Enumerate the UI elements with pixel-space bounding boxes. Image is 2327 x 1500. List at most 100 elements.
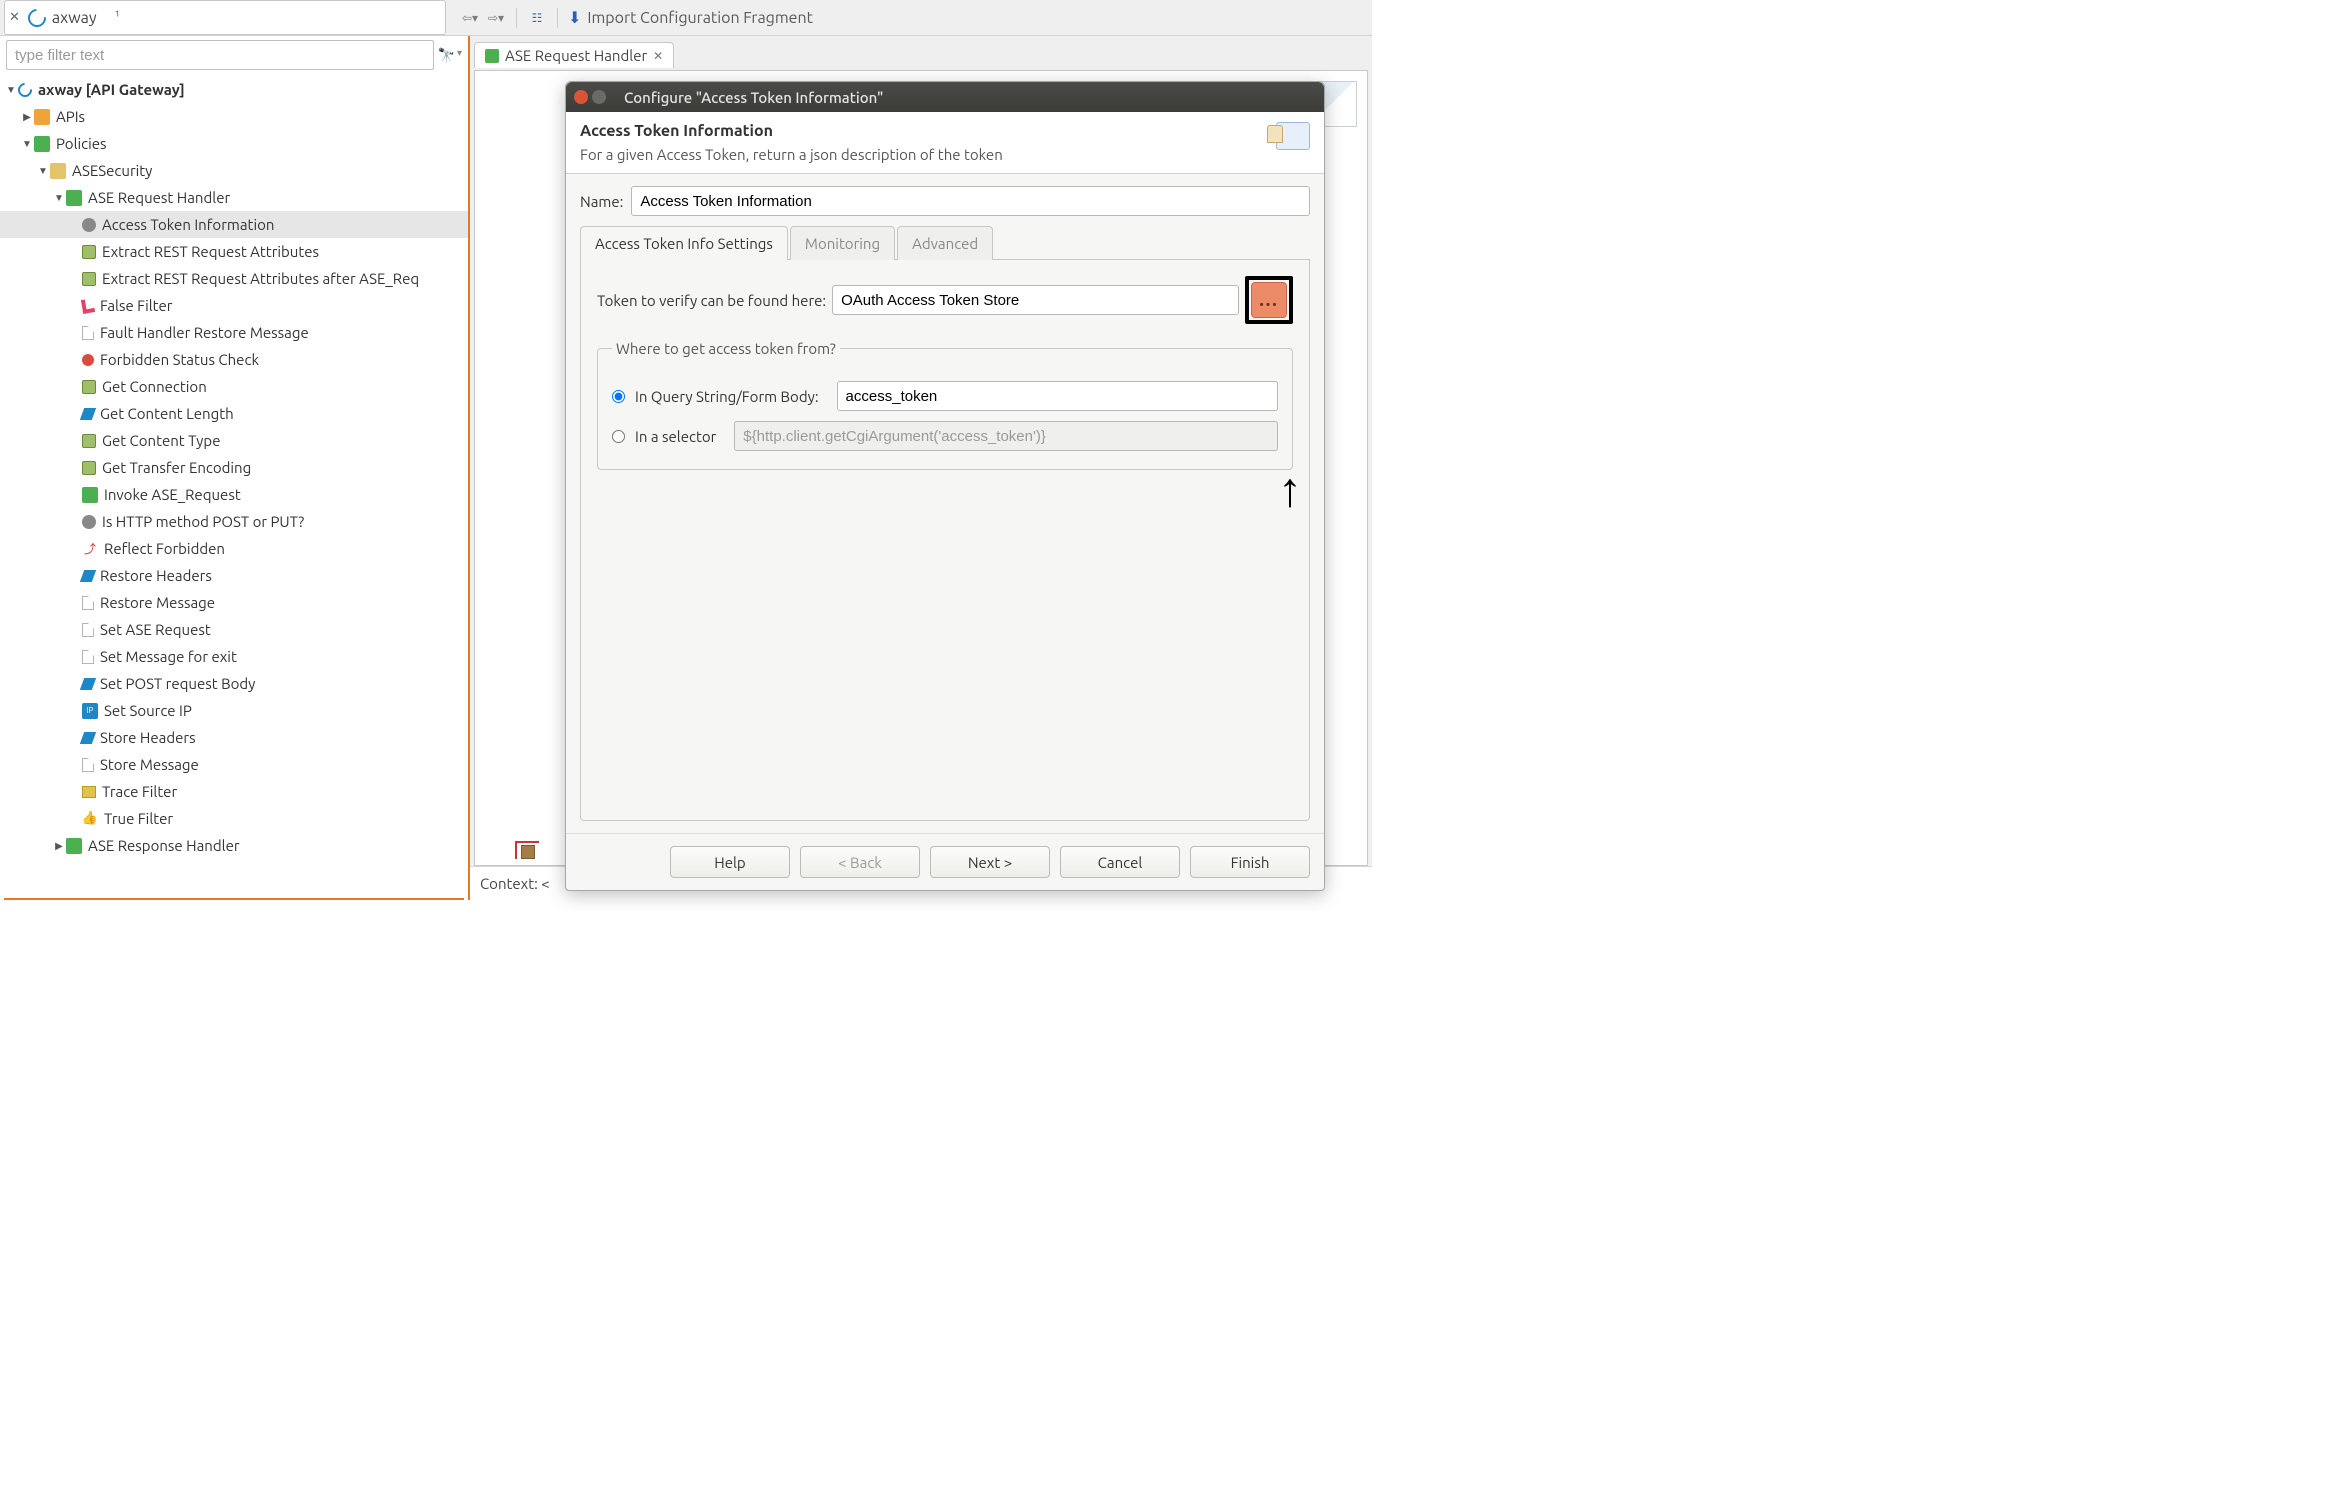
doc-icon — [82, 623, 94, 637]
tree-item[interactable]: • Restore Message — [0, 589, 468, 616]
doc-icon — [82, 596, 94, 610]
highlight-bar — [4, 898, 464, 900]
tree-item[interactable]: • Is HTTP method POST or PUT? — [0, 508, 468, 535]
dialog-titlebar[interactable]: Configure "Access Token Information" — [566, 82, 1324, 112]
tree-ase-request-handler[interactable]: ▼ ASE Request Handler — [0, 184, 468, 211]
tree-apis[interactable]: ▶ APIs — [0, 103, 468, 130]
radio-querystring[interactable] — [612, 390, 625, 403]
selector-input — [734, 421, 1278, 451]
tree-item[interactable]: •⤴ Reflect Forbidden — [0, 535, 468, 562]
filter-dropdown-icon[interactable]: ▾ — [457, 47, 462, 64]
tree-item[interactable]: • Extract REST Request Attributes after … — [0, 265, 468, 292]
tree-ase-response-handler[interactable]: ▶ ASE Response Handler — [0, 832, 468, 859]
product-title: axway — [50, 9, 97, 27]
verify-input[interactable] — [832, 285, 1239, 315]
check-icon: 👍 — [82, 811, 98, 827]
name-label: Name: — [580, 193, 623, 210]
policies-icon — [34, 136, 50, 152]
tab-monitoring[interactable]: Monitoring — [790, 226, 895, 260]
axway-icon — [15, 80, 35, 100]
tree-item[interactable]: • Set POST request Body — [0, 670, 468, 697]
import-icon: ⬇ — [568, 8, 581, 27]
folder-icon — [50, 163, 66, 179]
tree-item[interactable]: • False Filter — [0, 292, 468, 319]
close-icon[interactable]: ✕ — [5, 10, 24, 25]
filter-input[interactable] — [6, 40, 434, 70]
tree-item[interactable]: •IP Set Source IP — [0, 697, 468, 724]
tree-item[interactable]: • Extract REST Request Attributes — [0, 238, 468, 265]
tree-asesecurity[interactable]: ▼ ASESecurity — [0, 157, 468, 184]
apis-icon — [34, 109, 50, 125]
browse-highlight: ... — [1245, 276, 1293, 324]
handler-icon — [66, 838, 82, 854]
tree-item[interactable]: • Restore Headers — [0, 562, 468, 589]
axway-logo-icon — [24, 5, 49, 30]
tree-root[interactable]: ▼ axway [API Gateway] — [0, 76, 468, 103]
back-dropdown-icon[interactable]: ⇦▾ — [460, 8, 480, 28]
name-input[interactable] — [631, 186, 1310, 216]
help-button[interactable]: Help — [670, 846, 790, 878]
policy-tree[interactable]: ▼ axway [API Gateway] ▶ APIs ▼ Policies … — [0, 74, 468, 898]
context-label: Context: < — [480, 875, 550, 892]
doc-icon — [82, 650, 94, 664]
tree-item[interactable]: • Get Transfer Encoding — [0, 454, 468, 481]
radio-selector[interactable] — [612, 430, 625, 443]
dialog-window-title: Configure "Access Token Information" — [614, 89, 883, 106]
tree-item[interactable]: • Set Message for exit — [0, 643, 468, 670]
tree-item[interactable]: • Get Connection — [0, 373, 468, 400]
breadcrumb-tab[interactable]: ✕ axway ¹ — [4, 0, 446, 35]
canvas-element[interactable] — [515, 841, 539, 859]
dialog-header-desc: For a given Access Token, return a json … — [580, 146, 1260, 163]
tree-item[interactable]: • Invoke ASE_Request — [0, 481, 468, 508]
tree-icon[interactable]: ☷ — [527, 8, 547, 28]
tab-settings[interactable]: Access Token Info Settings — [580, 226, 788, 260]
token-icon — [1276, 122, 1310, 150]
tree-item[interactable]: •👍 True Filter — [0, 805, 468, 832]
tree-item[interactable]: • Fault Handler Restore Message — [0, 319, 468, 346]
tree-item[interactable]: • Trace Filter — [0, 778, 468, 805]
tree-item[interactable]: • Store Headers — [0, 724, 468, 751]
doc-icon — [82, 326, 94, 340]
browse-button[interactable]: ... — [1251, 282, 1287, 318]
querystring-param-input[interactable] — [837, 381, 1278, 411]
doc-icon — [82, 758, 94, 772]
red-dot-icon — [82, 354, 94, 366]
trace-icon — [82, 786, 96, 798]
tab-content: Token to verify can be found here: ... W… — [580, 260, 1310, 821]
window-min-icon[interactable] — [592, 90, 606, 104]
box-icon — [82, 434, 96, 448]
window-close-icon[interactable] — [574, 90, 588, 104]
tree-policies[interactable]: ▼ Policies — [0, 130, 468, 157]
ip-icon: IP — [82, 703, 98, 719]
tree-item[interactable]: • Get Content Length — [0, 400, 468, 427]
tree-item[interactable]: • Access Token Information — [0, 211, 468, 238]
next-button[interactable]: Next > — [930, 846, 1050, 878]
tree-item[interactable]: • Store Message — [0, 751, 468, 778]
policy-canvas[interactable]: Configure "Access Token Information" Acc… — [474, 70, 1368, 866]
body-icon — [80, 678, 96, 690]
editor-tab[interactable]: ASE Request Handler ✕ — [474, 42, 674, 68]
cancel-button[interactable]: Cancel — [1060, 846, 1180, 878]
binoculars-icon[interactable]: 🔭 — [438, 47, 455, 64]
tree-item[interactable]: • Set ASE Request — [0, 616, 468, 643]
gear-icon — [82, 218, 96, 232]
configure-dialog: Configure "Access Token Information" Acc… — [565, 81, 1325, 891]
forward-dropdown-icon[interactable]: ⇨▾ — [486, 8, 506, 28]
topbar: ✕ axway ¹ ⇦▾ ⇨▾ ☷ ⬇ Import Configuration… — [0, 0, 1372, 36]
finish-button[interactable]: Finish — [1190, 846, 1310, 878]
editor-area: ASE Request Handler ✕ Configure — [470, 36, 1372, 900]
tab-advanced[interactable]: Advanced — [897, 226, 993, 260]
verify-label: Token to verify can be found here: — [597, 292, 826, 309]
thumb-down-icon — [81, 298, 95, 314]
box-icon — [82, 245, 96, 259]
tree-item[interactable]: • Get Content Type — [0, 427, 468, 454]
handler-icon — [66, 190, 82, 206]
element-icon — [521, 845, 535, 859]
import-config-button[interactable]: ⬇ Import Configuration Fragment — [568, 8, 813, 27]
reflect-icon: ⤴ — [82, 541, 98, 557]
tree-item[interactable]: • Forbidden Status Check — [0, 346, 468, 373]
token-source-group: Where to get access token from? In Query… — [597, 340, 1293, 470]
back-button[interactable]: < Back — [800, 846, 920, 878]
close-icon[interactable]: ✕ — [653, 49, 663, 63]
box-icon — [82, 380, 96, 394]
